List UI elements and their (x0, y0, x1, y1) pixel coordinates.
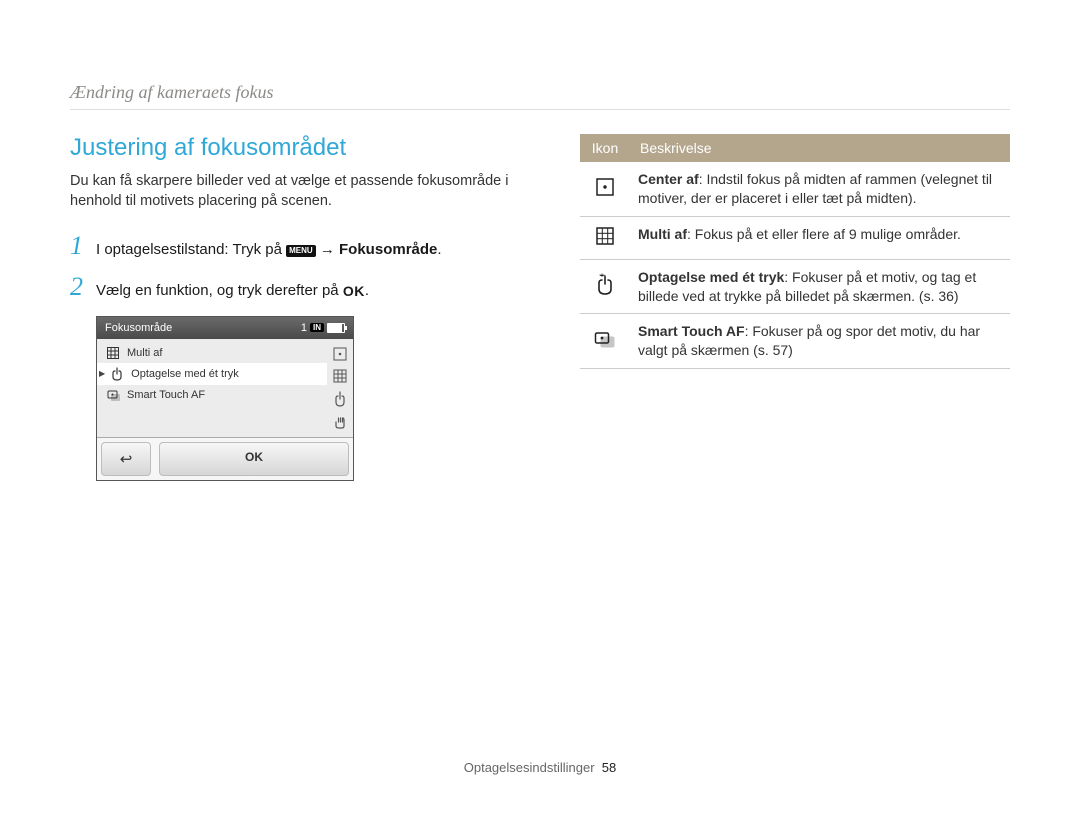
storage-badge: IN (310, 323, 324, 332)
ok-icon: OK (343, 282, 365, 302)
one-touch-icon (580, 259, 630, 314)
center-af-desc: Center af: Indstil fokus på midten af ra… (630, 162, 1010, 216)
table-row: Multi af: Fokus på et eller flere af 9 m… (580, 216, 1010, 259)
camera-screen-side-icons (327, 339, 353, 437)
grid-icon (107, 347, 121, 359)
page-footer: Optagelsesindstillinger 58 (0, 760, 1080, 775)
step-number: 2 (70, 274, 96, 300)
camera-screen-count: 1 (301, 322, 307, 334)
list-item-multi-af[interactable]: Multi af (97, 343, 327, 363)
breadcrumb: Ændring af kameraets fokus (70, 82, 1010, 103)
columns: Justering af fokusområdet Du kan få skar… (70, 134, 1010, 481)
camera-screen-footer: ↩ OK (97, 437, 353, 480)
list-item-label: Optagelse med ét tryk (131, 368, 239, 380)
list-item-smart-touch[interactable]: Smart Touch AF (97, 385, 327, 405)
camera-screen: Fokusområde 1 IN Multi af (96, 316, 354, 481)
touch-icon (111, 367, 125, 381)
row-name: Multi af (638, 226, 687, 242)
step-number: 1 (70, 233, 96, 259)
back-button[interactable]: ↩ (101, 442, 151, 476)
step-2: 2 Vælg en funktion, og tryk derefter på … (70, 274, 540, 302)
table-row: Center af: Indstil fokus på midten af ra… (580, 162, 1010, 216)
camera-screen-body: Multi af Optagelse med ét tryk (97, 339, 353, 437)
smart-touch-desc: Smart Touch AF: Fokuser på og spor det m… (630, 314, 1010, 369)
divider (70, 109, 1010, 110)
touch-icon (334, 391, 346, 407)
camera-screen-header: Fokusområde 1 IN (97, 317, 353, 339)
center-af-icon (580, 162, 630, 216)
step-1-arrow: → (320, 241, 339, 258)
multi-af-icon (580, 216, 630, 259)
list-item-label: Smart Touch AF (127, 389, 205, 401)
focus-area-table: Ikon Beskrivelse Center af: Indstil foku… (580, 134, 1010, 369)
smart-touch-icon (107, 389, 121, 401)
step-2-prefix: Vælg en funktion, og tryk derefter på (96, 282, 343, 299)
list-item-label: Multi af (127, 347, 162, 359)
step-1: 1 I optagelsestilstand: Tryk på MENU → F… (70, 233, 540, 260)
step-1-text: I optagelsestilstand: Tryk på MENU → Fok… (96, 239, 442, 260)
one-touch-desc: Optagelse med ét tryk: Fokuser på et mot… (630, 259, 1010, 314)
camera-screen-title: Fokusområde (105, 322, 172, 334)
multi-af-desc: Multi af: Fokus på et eller flere af 9 m… (630, 216, 1010, 259)
page-heading: Justering af fokusområdet (70, 134, 540, 162)
footer-section: Optagelsesindstillinger (464, 760, 595, 775)
grid-icon (333, 369, 347, 383)
step-1-prefix: I optagelsestilstand: Tryk på (96, 241, 286, 258)
step-2-suffix: . (365, 282, 369, 299)
column-right: Ikon Beskrivelse Center af: Indstil foku… (580, 134, 1010, 481)
column-left: Justering af fokusområdet Du kan få skar… (70, 134, 540, 481)
step-1-suffix: . (437, 241, 441, 258)
hand-icon (333, 415, 347, 429)
row-name: Smart Touch AF (638, 323, 745, 339)
row-name: Optagelse med ét tryk (638, 269, 784, 285)
ok-button[interactable]: OK (159, 442, 349, 476)
table-row: Optagelse med ét tryk: Fokuser på et mot… (580, 259, 1010, 314)
footer-page: 58 (602, 760, 616, 775)
smart-touch-icon (580, 314, 630, 369)
th-desc: Beskrivelse (630, 134, 1010, 162)
camera-screen-list: Multi af Optagelse med ét tryk (97, 339, 327, 437)
page: Ændring af kameraets fokus Justering af … (0, 0, 1080, 815)
camera-screen-status: 1 IN (301, 322, 345, 334)
intro-paragraph: Du kan få skarpere billeder ved at vælge… (70, 172, 540, 211)
list-item-one-touch[interactable]: Optagelse med ét tryk (97, 363, 327, 385)
table-row: Smart Touch AF: Fokuser på og spor det m… (580, 314, 1010, 369)
battery-icon (327, 323, 345, 333)
menu-icon: MENU (286, 245, 316, 257)
center-af-icon (333, 347, 347, 361)
step-2-text: Vælg en funktion, og tryk derefter på OK… (96, 280, 369, 302)
row-text: : Fokus på et eller flere af 9 mulige om… (687, 226, 961, 242)
row-name: Center af (638, 171, 699, 187)
step-1-target: Fokusområde (339, 241, 437, 258)
th-icon: Ikon (580, 134, 630, 162)
